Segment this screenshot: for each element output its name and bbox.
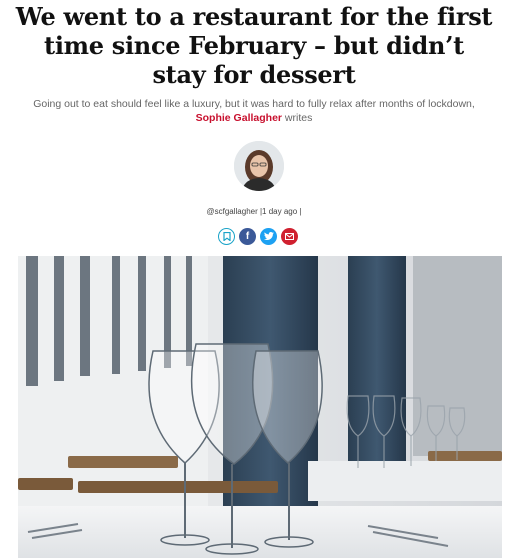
byline: @scfgallagher |1 day ago | <box>206 207 302 216</box>
author-avatar[interactable] <box>234 141 284 191</box>
author-link[interactable]: Sophie Gallagher <box>196 112 282 124</box>
article-standfirst: Going out to eat should feel like a luxu… <box>18 97 490 125</box>
hero-image <box>18 256 502 558</box>
author-photo <box>234 141 284 191</box>
standfirst-text: Going out to eat should feel like a luxu… <box>33 98 475 110</box>
facebook-icon[interactable]: f <box>239 227 256 245</box>
twitter-icon[interactable] <box>260 227 277 245</box>
bookmark-icon[interactable] <box>218 227 235 245</box>
share-bar: f <box>218 227 300 245</box>
article-headline: We went to a restaurant for the first ti… <box>15 2 493 89</box>
restaurant-table-photo <box>18 256 502 558</box>
standfirst-suffix: writes <box>284 112 313 124</box>
email-icon[interactable] <box>281 227 298 245</box>
